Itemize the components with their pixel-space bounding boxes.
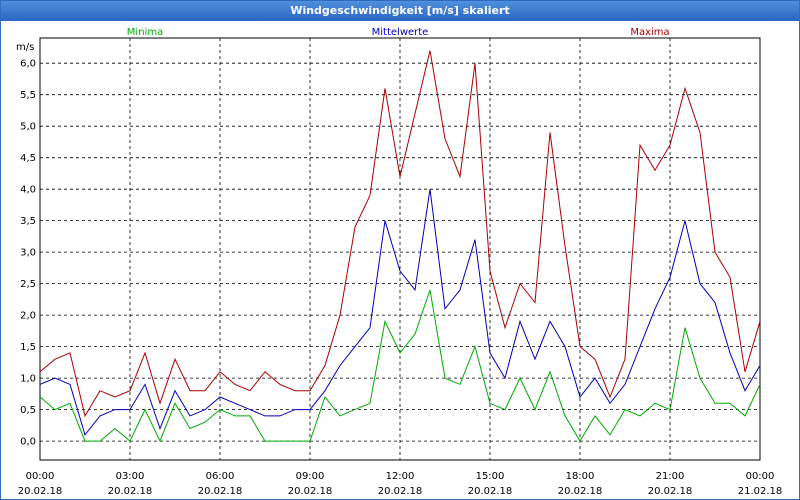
legend-entry: Mittelwerte (372, 27, 429, 38)
x-tick-date: 20.02.18 (378, 486, 423, 497)
y-axis-ticks: 0,0 0,5 1,0 1,5 2,0 2,5 3,0 3,5 4,0 4,5 5,0 5,5 6,0 (20, 59, 36, 448)
y-tick-label: 1,0 (20, 374, 36, 385)
x-tick-time: 06:00 (206, 471, 235, 482)
x-tick-date: 20.02.18 (468, 486, 513, 497)
y-tick-label: 1,5 (20, 342, 36, 353)
legend-entry: Maxima (630, 27, 669, 38)
x-tick-time: 00:00 (26, 471, 55, 482)
y-tick-label: 3,0 (20, 248, 36, 259)
y-tick-label: 4,0 (20, 185, 36, 196)
y-tick-label: 0,5 (20, 405, 36, 416)
x-tick-time: 18:00 (566, 471, 595, 482)
x-tick-date: 20.02.18 (198, 486, 243, 497)
y-tick-label: 6,0 (20, 59, 36, 70)
x-tick-time: 03:00 (116, 471, 145, 482)
y-tick-label: 2,5 (20, 279, 36, 290)
y-tick-label: 4,5 (20, 153, 36, 164)
x-tick-time: 09:00 (296, 471, 325, 482)
chart-canvas: m/s 0,0 0,5 1,0 1,5 2,0 2,5 3,0 3,5 4,0 4,5 5,0 5,5… (16, 27, 783, 497)
x-axis-ticks: 00:00 20.02.18 03:00 20.02.18 06:00 20.02.18 0… (18, 471, 783, 497)
grid (40, 38, 760, 460)
legend-entry: Minima (127, 27, 163, 38)
x-tick-time: 21:00 (656, 471, 685, 482)
y-tick-label: 0,0 (20, 437, 36, 448)
x-tick-date: 20.02.18 (108, 486, 153, 497)
x-tick-date: 20.02.18 (558, 486, 603, 497)
y-tick-label: 5,5 (20, 90, 36, 101)
x-tick-date: 20.02.18 (648, 486, 693, 497)
x-tick-date: 21.02.18 (738, 486, 783, 497)
x-tick-time: 12:00 (386, 471, 415, 482)
x-tick-date: 20.02.18 (288, 486, 333, 497)
x-tick-time: 00:00 (746, 471, 775, 482)
y-axis-label: m/s (16, 42, 34, 53)
legend: Minima Mittelwerte Maxima (127, 27, 670, 38)
y-tick-label: 3,5 (20, 216, 36, 227)
x-tick-time: 15:00 (476, 471, 505, 482)
y-tick-label: 5,0 (20, 122, 36, 133)
x-tick-date: 20.02.18 (18, 486, 63, 497)
y-tick-label: 2,0 (20, 311, 36, 322)
